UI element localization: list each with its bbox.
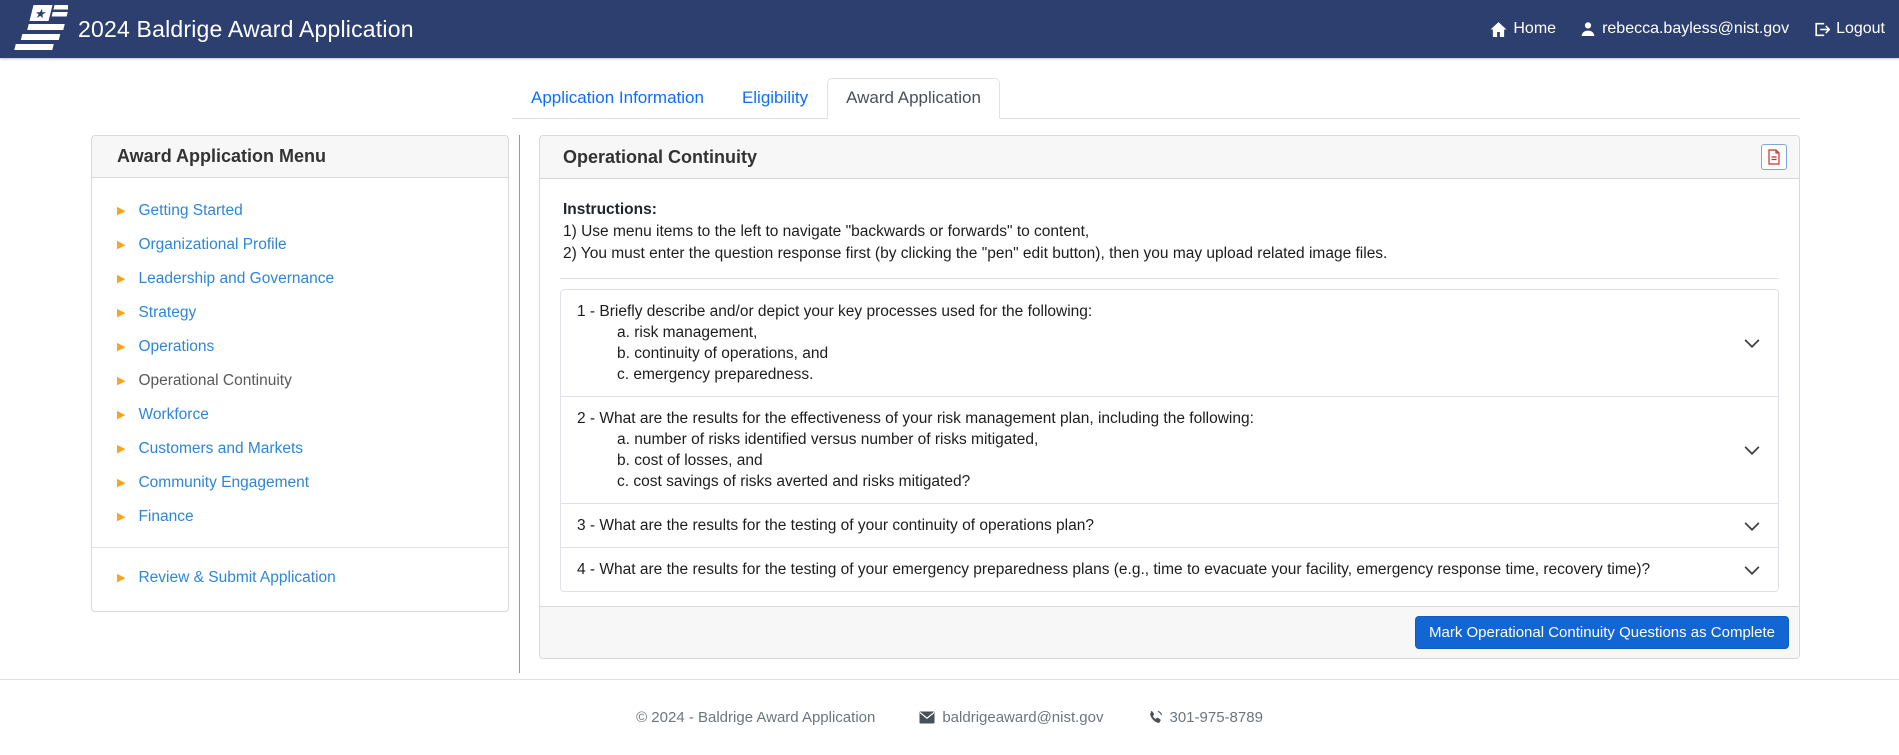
sidebar-item-label: Community Engagement [138,474,309,492]
export-pdf-button[interactable] [1761,144,1787,170]
triangle-right-icon: ▶ [117,478,125,489]
award-application-menu: Award Application Menu ▶ Getting Started… [91,135,509,612]
tab-application-information[interactable]: Application Information [512,78,723,119]
triangle-right-icon: ▶ [117,240,125,251]
tab-strip: Application Information Eligibility Awar… [512,78,1800,119]
sidebar-item-label: Operational Continuity [138,372,291,390]
sidebar-item-organizational-profile[interactable]: ▶ Organizational Profile [117,228,488,262]
triangle-right-icon: ▶ [117,376,125,387]
logout-label: Logout [1836,20,1885,38]
questions-accordion: 1 - Briefly describe and/or depict your … [560,289,1779,592]
question-1-header[interactable]: 1 - Briefly describe and/or depict your … [561,290,1778,396]
triangle-right-icon: ▶ [117,206,125,217]
sidebar-item-label: Customers and Markets [138,440,303,458]
sidebar-item-operations[interactable]: ▶ Operations [117,330,488,364]
sidebar-item-label: Leadership and Governance [138,270,334,288]
footer-email: baldrigeaward@nist.gov [942,709,1103,726]
question-2-text: 2 - What are the results for the effecti… [577,408,1254,492]
sidebar-item-customers-and-markets[interactable]: ▶ Customers and Markets [117,432,488,466]
sidebar-item-strategy[interactable]: ▶ Strategy [117,296,488,330]
question-2-header[interactable]: 2 - What are the results for the effecti… [561,396,1778,503]
chevron-down-icon [1742,560,1762,580]
mark-complete-button[interactable]: Mark Operational Continuity Questions as… [1415,616,1789,649]
chevron-down-icon [1742,516,1762,536]
panel-footer: Mark Operational Continuity Questions as… [540,606,1799,658]
pdf-file-icon [1767,149,1781,165]
sidebar-item-getting-started[interactable]: ▶ Getting Started [117,194,488,228]
logout-link[interactable]: Logout [1813,20,1885,38]
home-icon [1490,21,1507,38]
footer-email-link[interactable]: baldrigeaward@nist.gov [919,709,1103,726]
sidebar-item-leadership-and-governance[interactable]: ▶ Leadership and Governance [117,262,488,296]
user-account-link[interactable]: rebecca.bayless@nist.gov [1580,20,1789,38]
user-icon [1580,21,1596,37]
sidebar-item-operational-continuity[interactable]: ▶ Operational Continuity [117,364,488,398]
question-4-header[interactable]: 4 - What are the results for the testing… [561,547,1778,591]
question-3-header[interactable]: 3 - What are the results for the testing… [561,503,1778,547]
app-title: 2024 Baldrige Award Application [78,16,414,43]
top-navbar: ★ 2024 Baldrige Award Application Home r… [0,0,1899,58]
sidebar-item-label: Finance [138,508,193,526]
copyright-text: © 2024 - Baldrige Award Application [636,709,875,726]
baldrige-logo: ★ [10,3,68,55]
sidebar-item-finance[interactable]: ▶ Finance [117,500,488,534]
sidebar-title: Award Application Menu [92,136,508,178]
triangle-right-icon: ▶ [117,512,125,523]
question-4-text: 4 - What are the results for the testing… [577,559,1650,580]
panel-body: Instructions: 1) Use menu items to the l… [540,179,1799,606]
instruction-line-2: 2) You must enter the question response … [563,243,1779,265]
sidebar-item-label: Review & Submit Application [138,569,335,587]
panel-title: Operational Continuity [563,147,757,168]
triangle-right-icon: ▶ [117,274,125,285]
sidebar-item-label: Operations [138,338,214,356]
tab-award-application[interactable]: Award Application [827,78,1000,119]
sidebar-item-label: Organizational Profile [138,236,286,254]
envelope-icon [919,711,935,724]
sidebar-menu-list: ▶ Getting Started ▶ Organizational Profi… [92,178,508,611]
page-footer: © 2024 - Baldrige Award Application bald… [0,679,1899,755]
tab-eligibility[interactable]: Eligibility [723,78,827,119]
triangle-right-icon: ▶ [117,308,125,319]
question-3-text: 3 - What are the results for the testing… [577,515,1094,536]
section-divider [560,278,1779,279]
menu-divider [92,547,508,548]
instructions-heading: Instructions: [563,199,1779,221]
sidebar-item-review-and-submit[interactable]: ▶ Review & Submit Application [117,561,488,595]
instruction-line-1: 1) Use menu items to the left to navigat… [563,221,1779,243]
content-area: Award Application Menu ▶ Getting Started… [91,135,1800,673]
sidebar-item-workforce[interactable]: ▶ Workforce [117,398,488,432]
home-label: Home [1513,20,1556,38]
logout-icon [1813,21,1830,38]
user-email: rebecca.bayless@nist.gov [1602,20,1789,38]
triangle-right-icon: ▶ [117,342,125,353]
chevron-down-icon [1742,333,1762,353]
footer-phone-link[interactable]: 301-975-8789 [1148,709,1263,726]
chevron-down-icon [1742,440,1762,460]
operational-continuity-panel: Operational Continuity Instructions: 1) … [539,135,1800,659]
sidebar-item-label: Strategy [138,304,196,322]
phone-icon [1148,710,1163,725]
sidebar-item-label: Getting Started [138,202,242,220]
footer-phone: 301-975-8789 [1170,709,1263,726]
triangle-right-icon: ▶ [117,444,125,455]
home-link[interactable]: Home [1490,20,1556,38]
triangle-right-icon: ▶ [117,410,125,421]
top-nav-links: Home rebecca.bayless@nist.gov Logout [1490,20,1885,38]
sidebar-item-label: Workforce [138,406,208,424]
triangle-right-icon: ▶ [117,573,125,584]
sidebar-item-community-engagement[interactable]: ▶ Community Engagement [117,466,488,500]
question-1-text: 1 - Briefly describe and/or depict your … [577,301,1092,385]
main-column: Operational Continuity Instructions: 1) … [519,135,1800,673]
